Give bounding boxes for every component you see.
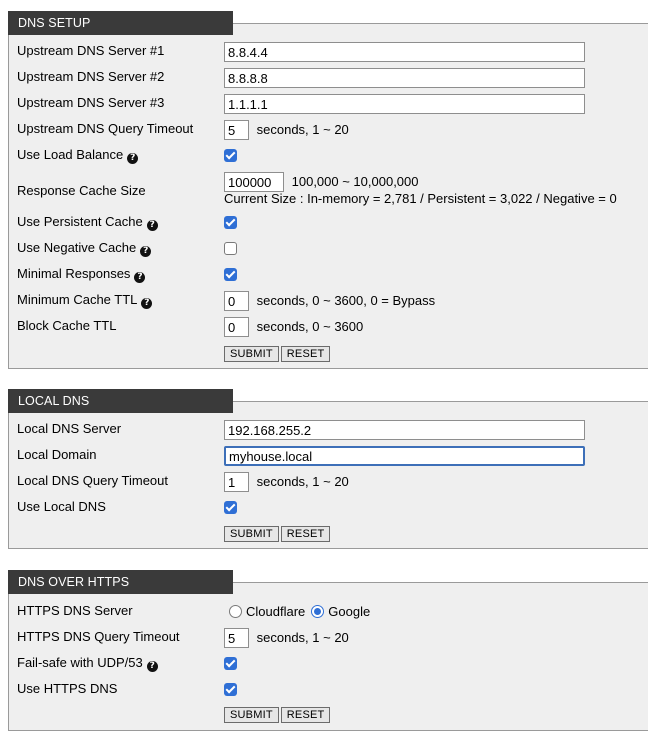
cloudflare-radio[interactable]: [229, 605, 242, 619]
local-dns-title: LOCAL DNS: [8, 389, 233, 413]
help-icon[interactable]: ?: [134, 272, 146, 283]
min-cache-ttl-hint: seconds, 0 ~ 3600, 0 = Bypass: [256, 293, 436, 308]
local-timeout-label: Local DNS Query Timeout: [17, 473, 169, 488]
minimal-responses-label: Minimal Responses: [17, 266, 131, 281]
upstream1-label: Upstream DNS Server #1: [17, 43, 165, 58]
failsafe-label: Fail-safe with UDP/53: [17, 655, 143, 670]
dns-setup-submit-button[interactable]: SUBMIT: [224, 346, 279, 362]
cloudflare-label: Cloudflare: [246, 603, 306, 619]
local-timeout-hint: seconds, 1 ~ 20: [256, 474, 349, 489]
persistent-cache-label: Use Persistent Cache: [17, 214, 143, 229]
query-timeout-label: Upstream DNS Query Timeout: [17, 121, 194, 136]
query-timeout-hint: seconds, 1 ~ 20: [256, 122, 349, 137]
min-cache-ttl-input[interactable]: [224, 291, 249, 311]
local-dns-section: LOCAL DNS Local DNS Server Local Domain …: [8, 389, 648, 550]
cache-size-input[interactable]: [224, 172, 284, 192]
upstream3-label: Upstream DNS Server #3: [17, 95, 165, 110]
help-icon[interactable]: ?: [146, 661, 158, 672]
doh-section: DNS OVER HTTPS HTTPS DNS Server Cloudfla…: [8, 570, 648, 732]
upstream2-input[interactable]: [224, 68, 585, 88]
min-cache-ttl-label: Minimum Cache TTL: [17, 292, 138, 307]
doh-reset-button[interactable]: RESET: [280, 707, 331, 723]
negative-cache-checkbox[interactable]: [224, 242, 237, 256]
https-timeout-label: HTTPS DNS Query Timeout: [17, 629, 180, 644]
query-timeout-input[interactable]: [224, 120, 249, 140]
cache-size-hint: 100,000 ~ 10,000,000: [291, 174, 419, 189]
local-dns-reset-button[interactable]: RESET: [280, 526, 331, 542]
load-balance-checkbox[interactable]: [224, 149, 237, 163]
https-server-label: HTTPS DNS Server: [17, 603, 133, 618]
failsafe-checkbox[interactable]: [224, 657, 237, 671]
minimal-responses-checkbox[interactable]: [224, 268, 237, 282]
local-dns-submit-button[interactable]: SUBMIT: [224, 526, 279, 542]
https-timeout-hint: seconds, 1 ~ 20: [256, 630, 349, 645]
local-domain-input[interactable]: [224, 446, 585, 466]
upstream1-input[interactable]: [224, 42, 585, 62]
local-dns-server-label: Local DNS Server: [17, 421, 122, 436]
use-https-dns-checkbox[interactable]: [224, 683, 237, 697]
help-icon[interactable]: ?: [146, 220, 158, 231]
help-icon[interactable]: ?: [140, 246, 152, 257]
block-cache-ttl-label: Block Cache TTL: [17, 318, 117, 333]
use-local-dns-label: Use Local DNS: [17, 499, 106, 514]
help-icon[interactable]: ?: [141, 298, 153, 309]
dns-setup-title: DNS SETUP: [8, 11, 233, 35]
local-dns-server-input[interactable]: [224, 420, 585, 440]
google-radio[interactable]: [311, 605, 325, 619]
block-cache-ttl-input[interactable]: [224, 317, 249, 337]
local-timeout-input[interactable]: [224, 472, 249, 492]
upstream3-input[interactable]: [224, 94, 585, 114]
block-cache-ttl-hint: seconds, 0 ~ 3600: [256, 319, 364, 334]
help-icon[interactable]: ?: [127, 153, 139, 164]
cache-size-label: Response Cache Size: [17, 183, 146, 198]
cache-current-size: Current Size : In-memory = 2,781 / Persi…: [224, 191, 617, 206]
upstream2-label: Upstream DNS Server #2: [17, 69, 165, 84]
doh-submit-button[interactable]: SUBMIT: [224, 707, 279, 723]
dns-setup-section: DNS SETUP Upstream DNS Server #1 Upstrea…: [8, 11, 648, 369]
persistent-cache-checkbox[interactable]: [224, 216, 237, 230]
load-balance-label: Use Load Balance: [17, 147, 124, 162]
local-domain-label: Local Domain: [17, 447, 97, 462]
doh-title: DNS OVER HTTPS: [8, 570, 233, 594]
negative-cache-label: Use Negative Cache: [17, 240, 137, 255]
google-label: Google: [328, 603, 371, 619]
use-https-dns-label: Use HTTPS DNS: [17, 681, 118, 696]
https-timeout-input[interactable]: [224, 628, 249, 648]
use-local-dns-checkbox[interactable]: [224, 501, 237, 515]
dns-setup-reset-button[interactable]: RESET: [280, 346, 331, 362]
